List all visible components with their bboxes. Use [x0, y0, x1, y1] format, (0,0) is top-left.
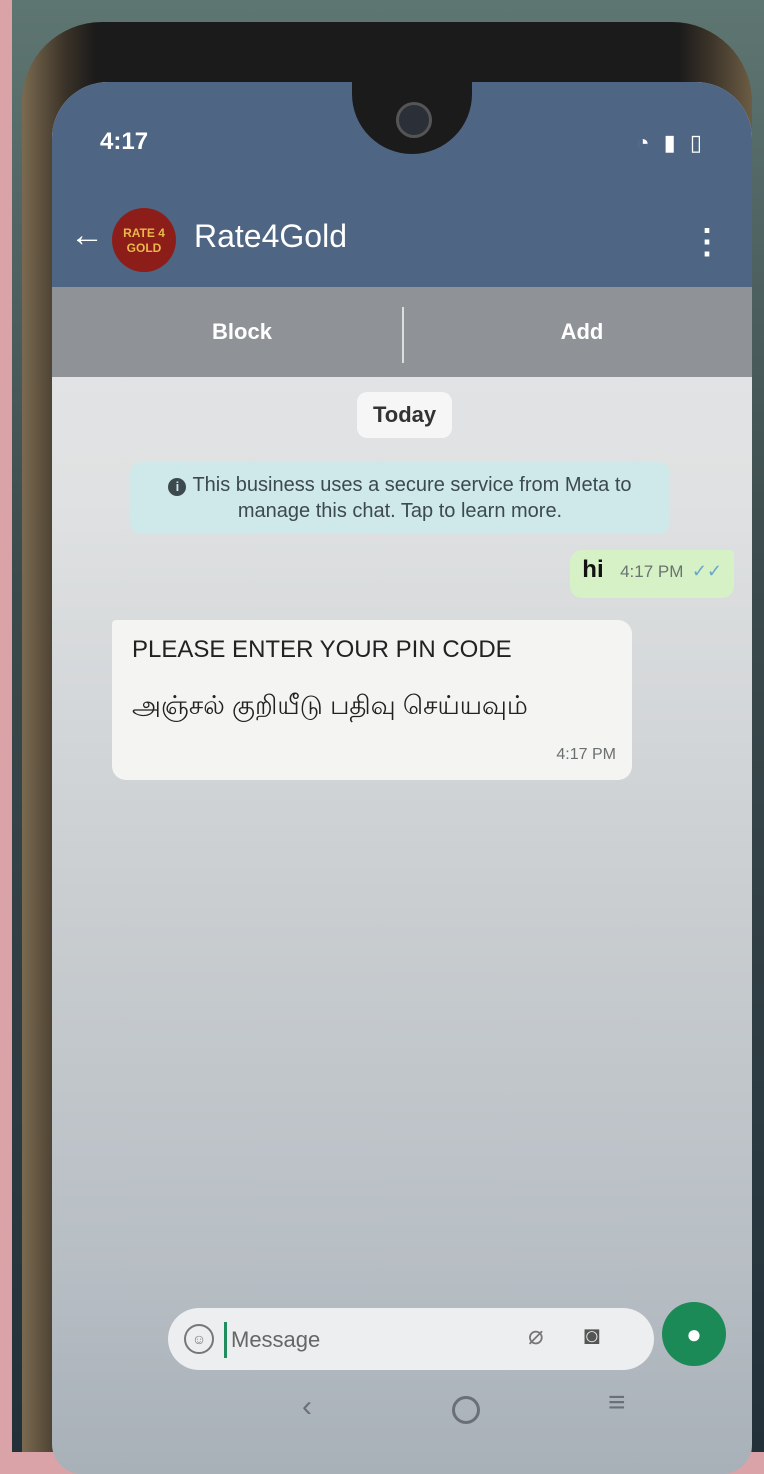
incoming-text-english: PLEASE ENTER YOUR PIN CODE: [132, 636, 512, 663]
phone-screen: 4:17 ◔ ▮ ▯ ← RATE 4 GOLD Rate4Gold ⋮ Blo…: [52, 82, 752, 1474]
nav-recent-icon[interactable]: ≡: [608, 1386, 626, 1420]
block-button[interactable]: Block: [72, 287, 412, 377]
add-button[interactable]: Add: [412, 287, 752, 377]
system-nav-bar: ‹ ≡: [52, 1382, 752, 1442]
message-composer: ☺ ⌀ ◙: [168, 1308, 654, 1370]
nav-home-icon[interactable]: [452, 1396, 480, 1424]
contact-name[interactable]: Rate4Gold: [194, 218, 347, 255]
business-notice[interactable]: i This business uses a secure service fro…: [130, 462, 670, 534]
incoming-message[interactable]: PLEASE ENTER YOUR PIN CODE அஞ்சல் குறியீ…: [112, 620, 632, 780]
wifi-icon: ◔: [636, 130, 654, 155]
avatar[interactable]: RATE 4 GOLD: [112, 208, 176, 272]
front-camera: [396, 102, 432, 138]
back-arrow-icon[interactable]: ←: [70, 216, 104, 255]
action-bar: Block Add: [52, 287, 752, 377]
mic-button[interactable]: ●: [662, 1302, 726, 1366]
outgoing-time: 4:17 PM: [620, 562, 684, 581]
phone-frame: 4:17 ◔ ▮ ▯ ← RATE 4 GOLD Rate4Gold ⋮ Blo…: [22, 22, 752, 1474]
message-input[interactable]: [224, 1322, 493, 1358]
nav-back-icon[interactable]: ‹: [302, 1390, 312, 1424]
more-options-icon[interactable]: ⋮: [690, 222, 724, 262]
chat-header: ← RATE 4 GOLD Rate4Gold ⋮: [52, 192, 752, 287]
battery-icon: ▯: [689, 130, 706, 155]
attach-icon[interactable]: ⌀: [528, 1320, 544, 1351]
status-time: 4:17: [100, 128, 149, 155]
notice-text: This business uses a secure service from…: [192, 474, 632, 522]
emoji-icon[interactable]: ☺: [184, 1324, 214, 1354]
date-chip: Today: [357, 392, 453, 438]
incoming-time: 4:17 PM: [556, 746, 616, 763]
avatar-text-bottom: GOLD: [126, 241, 162, 255]
outgoing-text: hi: [582, 556, 604, 583]
camera-icon[interactable]: ◙: [584, 1320, 600, 1351]
avatar-text-top: RATE 4: [123, 226, 165, 240]
status-icons: ◔ ▮ ▯: [636, 130, 706, 156]
mic-icon: ●: [686, 1319, 702, 1349]
info-icon: i: [168, 478, 187, 496]
outgoing-message[interactable]: hi 4:17 PM ✓✓: [570, 550, 734, 598]
read-ticks-icon: ✓✓: [691, 561, 722, 581]
incoming-text-tamil: அஞ்சல் குறியீடு பதிவு செய்யவும்: [132, 690, 528, 720]
signal-icon: ▮: [663, 130, 680, 155]
divider: [402, 307, 404, 363]
